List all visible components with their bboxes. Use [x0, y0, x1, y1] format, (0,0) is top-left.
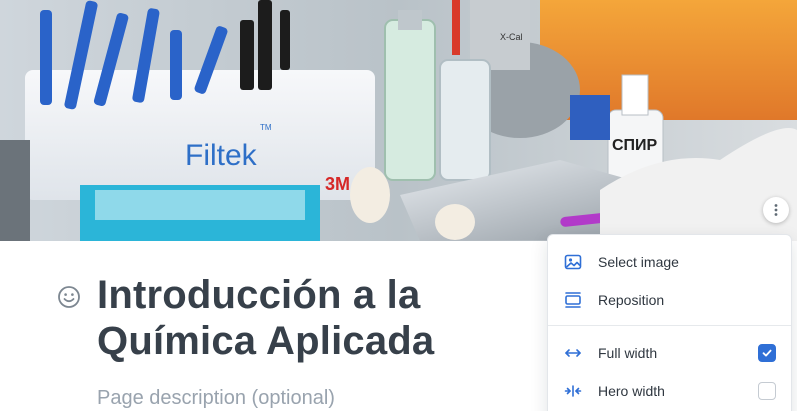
menu-item-hero-width[interactable]: Hero width — [548, 373, 791, 409]
checkmark-icon — [762, 349, 772, 357]
menu-item-label: Reposition — [598, 292, 665, 308]
reposition-icon — [564, 291, 582, 309]
menu-item-label: Hero width — [598, 383, 665, 399]
full-width-checkbox[interactable] — [758, 344, 776, 362]
box-brand-label: Filtek — [185, 139, 258, 172]
cover-options-menu: Select image Reposition Full width Hero … — [547, 234, 792, 411]
smiley-icon — [58, 286, 80, 308]
page-description-input[interactable]: Page description (optional) — [97, 387, 335, 410]
menu-divider — [548, 325, 791, 326]
bottle-label: СПИР — [612, 137, 658, 154]
menu-item-reposition[interactable]: Reposition — [548, 282, 791, 318]
hero-width-checkbox[interactable] — [758, 382, 776, 400]
add-emoji-button[interactable] — [57, 285, 81, 309]
machine-label: X-Cal — [500, 32, 523, 42]
menu-item-select-image[interactable]: Select image — [548, 244, 791, 280]
cover-options-button[interactable] — [763, 197, 789, 223]
cover-photo: X-Cal Filtek TM 3M СПИР — [0, 0, 797, 241]
cover-image: X-Cal Filtek TM 3M СПИР — [0, 0, 797, 241]
menu-item-label: Select image — [598, 254, 679, 270]
page-title[interactable]: Introducción a la Química Aplicada — [97, 272, 567, 364]
more-vertical-icon — [774, 204, 778, 216]
image-icon — [564, 253, 582, 271]
box-brand-3m: 3M — [325, 174, 350, 194]
menu-item-label: Full width — [598, 345, 658, 361]
box-trademark: TM — [260, 123, 272, 132]
hero-width-icon — [564, 382, 582, 400]
menu-item-full-width[interactable]: Full width — [548, 335, 791, 371]
full-width-icon — [564, 344, 582, 362]
